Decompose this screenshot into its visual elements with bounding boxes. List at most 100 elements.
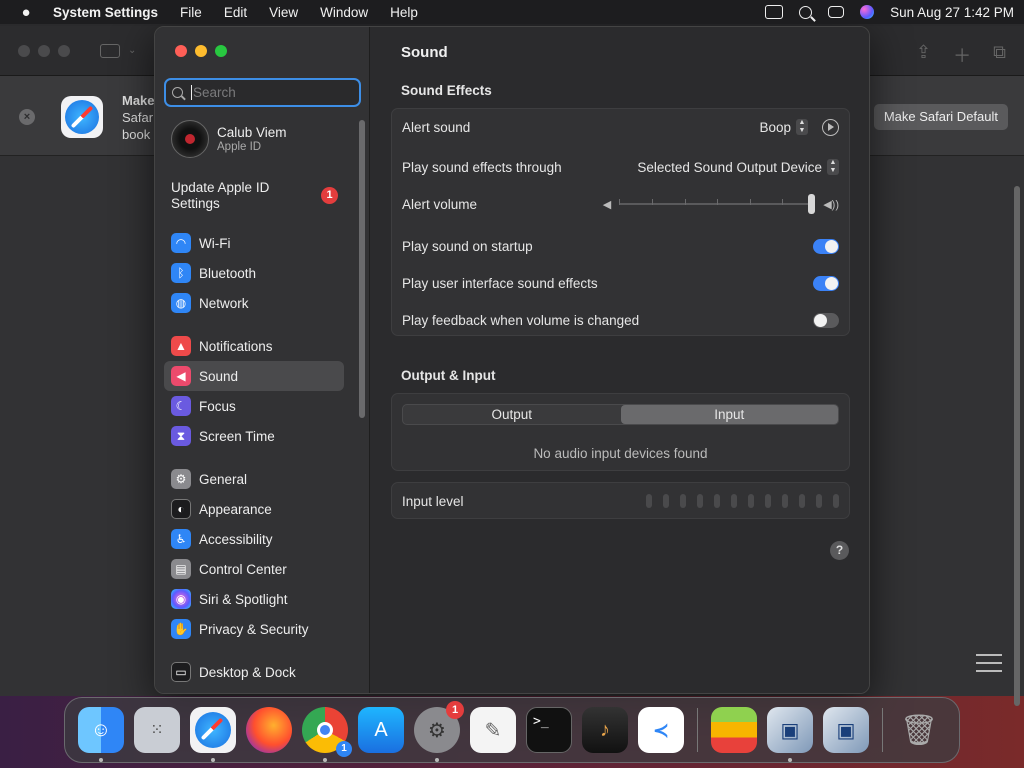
close-window-button[interactable] [175, 45, 187, 57]
menu-help[interactable]: Help [379, 5, 429, 20]
moon-icon: ☾ [171, 396, 191, 416]
apple-id-profile[interactable]: Calub Viem Apple ID [171, 120, 287, 158]
sidebar-item-notifications[interactable]: ▲ Notifications [164, 331, 344, 361]
slider-knob[interactable] [808, 194, 816, 214]
safari-minimize-dot[interactable] [38, 44, 50, 57]
make-safari-default-button[interactable]: Make Safari Default [873, 104, 1008, 130]
sidebar-item-focus[interactable]: ☾ Focus [164, 391, 344, 421]
menu-window[interactable]: Window [309, 5, 379, 20]
sidebar-toggle-icon[interactable] [100, 43, 120, 58]
bluestacks-icon[interactable] [711, 707, 757, 753]
safari-scrollbar[interactable] [1014, 186, 1020, 706]
siri-menu-icon[interactable] [860, 5, 875, 19]
dock-icon: ▭ [171, 662, 191, 682]
launchpad-icon[interactable]: ⁙ [134, 707, 180, 753]
popup-stepper-icon: ▲ ▼ [796, 119, 808, 135]
alert-volume-slider-wrap: ◀ ◀)) [603, 194, 839, 214]
zoom-window-button[interactable] [215, 45, 227, 57]
minimize-window-button[interactable] [195, 45, 207, 57]
screen-mirroring-icon[interactable] [765, 5, 784, 19]
close-banner-icon[interactable]: × [19, 109, 35, 125]
virtualbox-vm-icon[interactable]: ▣ [823, 707, 869, 753]
sidebar-item-sound[interactable]: ◀ Sound [164, 361, 344, 391]
safari-close-dot[interactable] [18, 44, 30, 57]
input-level-meter [646, 494, 839, 508]
play-alert-button[interactable] [822, 118, 839, 136]
sidebar-item-accessibility[interactable]: ♿ Accessibility [164, 524, 344, 554]
tab-input[interactable]: Input [620, 405, 838, 424]
sidebar-item-screen-time[interactable]: ⧗ Screen Time [164, 421, 344, 451]
sidebar-item-general[interactable]: ⚙ General [164, 464, 344, 494]
banner-line-3: book [122, 127, 151, 142]
safari-zoom-dot[interactable] [58, 44, 70, 57]
appearance-icon: ◐ [171, 499, 191, 519]
play-through-popup[interactable]: Selected Sound Output Device ▲ ▼ [637, 159, 839, 175]
wifi-icon: ◠ [171, 233, 191, 253]
tab-output[interactable]: Output [403, 405, 621, 424]
app-store-icon[interactable]: A [358, 707, 404, 753]
sidebar-item-bluetooth[interactable]: ᛒ Bluetooth [164, 258, 344, 288]
dock: ☺ ⁙ 1 A ⚙ 1 ✎ >_ ♪ ≺ ▣ ▣ 🗑 [64, 697, 960, 763]
bluetooth-icon: ᛒ [171, 263, 191, 283]
sidebar-item-network[interactable]: ◍ Network [164, 288, 344, 318]
vscode-icon[interactable]: ≺ [638, 707, 684, 753]
help-button[interactable]: ? [830, 541, 849, 560]
alert-sound-label: Alert sound [402, 119, 471, 135]
control-center-menu-icon[interactable] [828, 6, 845, 18]
sidebar-item-appearance[interactable]: ◐ Appearance [164, 494, 344, 524]
avatar [171, 120, 209, 158]
popup-stepper-icon: ▲ ▼ [827, 159, 839, 175]
update-badge: 1 [321, 187, 338, 204]
sidebar-item-label: Notifications [199, 338, 273, 354]
sound-effects-group: Alert sound Boop ▲ ▼ Play sound effects t… [391, 108, 850, 336]
virtualbox-icon[interactable]: ▣ [767, 707, 813, 762]
sidebar-item-label: Desktop & Dock [199, 664, 296, 680]
sidebar-item-label: Siri & Spotlight [199, 591, 288, 607]
alert-sound-value: Boop [759, 119, 791, 135]
sliders-icon[interactable] [976, 654, 1002, 676]
ui-sound-effects-label: Play user interface sound effects [402, 275, 598, 291]
search-field[interactable] [164, 78, 361, 107]
startup-sound-row: Play sound on startup [402, 236, 839, 256]
sidebar-item-siri-spotlight[interactable]: ◉ Siri & Spotlight [164, 584, 344, 614]
firefox-icon[interactable] [246, 707, 292, 753]
alert-sound-popup[interactable]: Boop ▲ ▼ [759, 119, 808, 135]
menu-bar-clock[interactable]: Sun Aug 27 1:42 PM [890, 5, 1014, 20]
play-through-value: Selected Sound Output Device [637, 159, 822, 175]
sidebar-item-label: Accessibility [199, 531, 273, 547]
chevron-down-icon[interactable]: ⌄ [128, 45, 136, 56]
app-menu[interactable]: System Settings [42, 5, 169, 20]
system-settings-window: Calub Viem Apple ID Update Apple ID Sett… [154, 26, 870, 694]
system-settings-dock-icon[interactable]: ⚙ 1 [414, 701, 464, 762]
sidebar-item-wifi[interactable]: ◠ Wi-Fi [164, 228, 344, 258]
sidebar-item-control-center[interactable]: ▤ Control Center [164, 554, 344, 584]
volume-feedback-toggle[interactable] [813, 312, 839, 328]
finder-icon[interactable]: ☺ [78, 707, 124, 762]
menu-view[interactable]: View [258, 5, 309, 20]
settings-sidebar: Calub Viem Apple ID Update Apple ID Sett… [155, 27, 370, 693]
terminal-icon[interactable]: >_ [526, 707, 572, 753]
trash-icon[interactable]: 🗑 [896, 707, 942, 753]
update-apple-id-settings[interactable]: Update Apple ID Settings [171, 180, 301, 212]
textedit-icon[interactable]: ✎ [470, 707, 516, 753]
menu-file[interactable]: File [169, 5, 213, 20]
share-icon[interactable]: ⇪ [916, 42, 931, 68]
sidebar-item-privacy-security[interactable]: ✋ Privacy & Security [164, 614, 344, 644]
search-input[interactable] [191, 85, 351, 100]
safari-dock-icon[interactable] [190, 707, 236, 762]
spotlight-search-icon[interactable] [799, 5, 813, 19]
chrome-icon[interactable]: 1 [302, 707, 352, 762]
sidebar-item-desktop-dock[interactable]: ▭ Desktop & Dock [164, 657, 344, 687]
alert-volume-slider[interactable] [619, 194, 816, 214]
tab-overview-icon[interactable]: ⧉ [993, 42, 1006, 68]
hourglass-icon: ⧗ [171, 426, 191, 446]
garageband-icon[interactable]: ♪ [582, 707, 628, 753]
profile-name: Calub Viem [217, 125, 287, 140]
new-tab-icon[interactable]: ＋ [953, 42, 971, 68]
startup-sound-toggle[interactable] [813, 238, 839, 254]
apple-menu-icon[interactable]: ● [10, 4, 42, 21]
menu-edit[interactable]: Edit [213, 5, 258, 20]
output-input-segmented-control: Output Input [402, 404, 839, 425]
ui-sound-effects-toggle[interactable] [813, 275, 839, 291]
sidebar-scrollbar[interactable] [359, 120, 365, 418]
